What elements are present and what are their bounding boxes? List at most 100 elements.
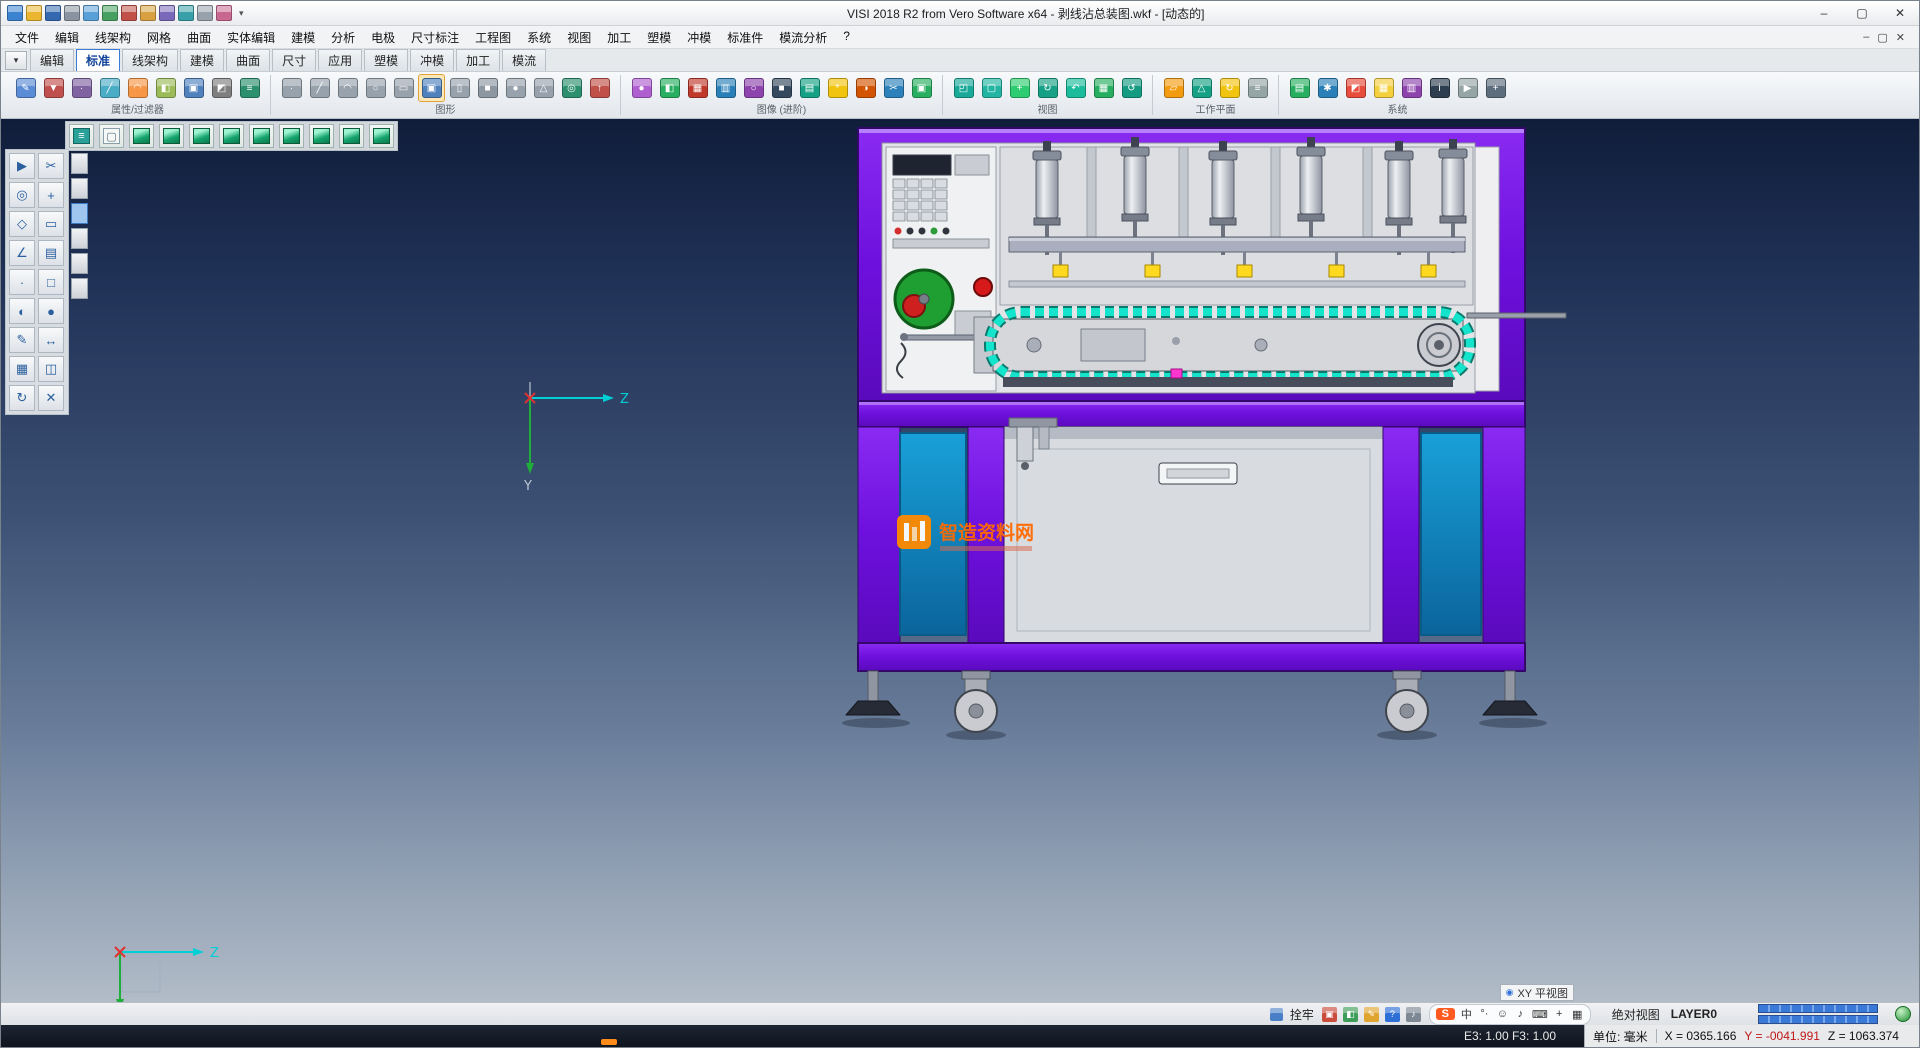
ime-lang-icon[interactable]: 中 (1460, 1006, 1473, 1022)
undo-icon[interactable] (102, 5, 118, 21)
tool-tab[interactable]: 建模 (180, 49, 224, 71)
zoom-tool-icon[interactable]: ◎ (9, 182, 35, 208)
workplane-xy-icon[interactable]: ▱ (1160, 74, 1187, 102)
annotate-icon[interactable]: ✎ (1363, 1006, 1380, 1023)
capture-view-icon[interactable]: ▣ (908, 74, 935, 102)
menu-item[interactable]: 线架构 (87, 27, 139, 48)
snap-mid-icon[interactable]: ◐ (9, 298, 35, 324)
menu-item[interactable]: 建模 (283, 27, 323, 48)
ime-mic-icon[interactable]: ♪ (1514, 1008, 1527, 1020)
snap-toggle-4[interactable] (71, 228, 88, 249)
cone-icon[interactable]: △ (530, 74, 557, 102)
menu-item[interactable]: 工程图 (467, 27, 519, 48)
view-back-icon[interactable] (219, 124, 244, 148)
doc-close-button[interactable]: ✕ (1896, 31, 1905, 44)
menu-item[interactable]: 模流分析 (771, 27, 835, 48)
screen-icon[interactable]: ◧ (1342, 1006, 1359, 1023)
status-sphere-icon[interactable] (1895, 1006, 1911, 1022)
ime-emoji-icon[interactable]: ☺ (1496, 1008, 1509, 1020)
menu-item[interactable]: 编辑 (47, 27, 87, 48)
tool-tab[interactable]: 应用 (318, 49, 362, 71)
tool-tab[interactable]: 曲面 (226, 49, 270, 71)
snap-end-icon[interactable]: □ (38, 269, 64, 295)
previous-view-icon[interactable]: ↶ (1062, 74, 1089, 102)
ime-keyboard-icon[interactable]: ⌨ (1532, 1008, 1548, 1021)
arc-icon[interactable]: ◠ (334, 74, 361, 102)
menu-item[interactable]: 文件 (7, 27, 47, 48)
delete-tool-icon[interactable]: ✕ (38, 385, 64, 411)
refresh-view-icon[interactable]: ↺ (1118, 74, 1145, 102)
dimension-tool-icon[interactable]: ↔ (38, 327, 64, 353)
zoom-fit-icon[interactable]: ◰ (950, 74, 977, 102)
taskbar-app-icon[interactable] (601, 1039, 617, 1045)
rotate-tool-icon[interactable]: ↻ (9, 385, 35, 411)
copy-tool-icon[interactable]: ◫ (38, 356, 64, 382)
workplane-3pt-icon[interactable]: △ (1188, 74, 1215, 102)
menu-item[interactable]: 冲模 (679, 27, 719, 48)
zoom-window-icon[interactable]: ▢ (978, 74, 1005, 102)
close-button[interactable]: ✕ (1881, 2, 1919, 25)
tool-tab[interactable]: 尺寸 (272, 49, 316, 71)
tool-tab[interactable]: 冲模 (410, 49, 454, 71)
filter-all-icon[interactable]: ▼ (40, 74, 67, 102)
point-tool-icon[interactable]: · (9, 269, 35, 295)
info-icon[interactable]: i (1426, 74, 1453, 102)
menu-item[interactable]: 分析 (323, 27, 363, 48)
menu-item[interactable]: ? (835, 27, 858, 48)
menu-item[interactable]: 塑模 (639, 27, 679, 48)
view-top-icon[interactable] (159, 124, 184, 148)
rectangle-icon[interactable]: ▭ (390, 74, 417, 102)
macro-icon[interactable] (216, 5, 232, 21)
snap-center-icon[interactable]: ● (38, 298, 64, 324)
trim-tool-icon[interactable]: ✂ (38, 153, 64, 179)
cursor-icon[interactable]: ▶ (1454, 74, 1481, 102)
help-icon[interactable]: ? (1384, 1006, 1401, 1023)
sketch-tool-icon[interactable]: ✎ (9, 327, 35, 353)
view-dimetric-icon[interactable] (369, 124, 394, 148)
wireframe-icon[interactable]: ▦ (684, 74, 711, 102)
box-icon[interactable]: ■ (474, 74, 501, 102)
settings-icon[interactable]: ✱ (1314, 74, 1341, 102)
snap-toggle-3[interactable] (71, 203, 88, 224)
filter-lines-icon[interactable]: ╱ (96, 74, 123, 102)
shaded-view-icon[interactable]: ▣ (418, 74, 445, 102)
help-quick-icon[interactable] (178, 5, 194, 21)
quick-access-more-icon[interactable]: ▾ (236, 8, 247, 19)
shadow-icon[interactable]: ◑ (852, 74, 879, 102)
new-file-icon[interactable] (7, 5, 23, 21)
snap-toggle-5[interactable] (71, 253, 88, 274)
layers-tool-icon[interactable]: ▤ (38, 240, 64, 266)
material-icon[interactable]: ■ (768, 74, 795, 102)
filter-solids-icon[interactable]: ▣ (180, 74, 207, 102)
view-iso-icon[interactable] (129, 124, 154, 148)
texture-icon[interactable]: ▤ (796, 74, 823, 102)
open-file-icon[interactable] (26, 5, 42, 21)
named-views-icon[interactable]: ▦ (1090, 74, 1117, 102)
filter-points-icon[interactable]: · (68, 74, 95, 102)
view-bottom-icon[interactable] (309, 124, 334, 148)
menu-item[interactable]: 电极 (363, 27, 403, 48)
cylinder-icon[interactable]: ▯ (446, 74, 473, 102)
view-menu-icon[interactable]: ≡ (69, 124, 94, 148)
profile-icon[interactable]: ◎ (558, 74, 585, 102)
database-icon[interactable]: ▥ (1398, 74, 1425, 102)
redo-icon[interactable] (121, 5, 137, 21)
select-tool-icon[interactable]: ▶ (9, 153, 35, 179)
sphere-icon[interactable]: ● (502, 74, 529, 102)
menu-item[interactable]: 视图 (559, 27, 599, 48)
maximize-button[interactable]: ▢ (1843, 2, 1881, 25)
workplane-indicator[interactable]: ◉ XY 平视图 (1500, 984, 1574, 1001)
filter-arcs-icon[interactable]: ◠ (124, 74, 151, 102)
transparency-icon[interactable]: ○ (740, 74, 767, 102)
pan-icon[interactable]: + (1006, 74, 1033, 102)
menu-item[interactable]: 实体编辑 (219, 27, 283, 48)
view-right-icon[interactable] (279, 124, 304, 148)
menu-item[interactable]: 加工 (599, 27, 639, 48)
hidden-line-icon[interactable]: ▥ (712, 74, 739, 102)
tool-tab[interactable]: 线架构 (122, 49, 178, 71)
mirror-tool-icon[interactable]: ◇ (9, 211, 35, 237)
view-left-icon[interactable] (249, 124, 274, 148)
measure-tool-icon[interactable]: ∠ (9, 240, 35, 266)
minimize-button[interactable]: – (1805, 2, 1843, 25)
lock-icon[interactable] (1270, 1008, 1283, 1021)
